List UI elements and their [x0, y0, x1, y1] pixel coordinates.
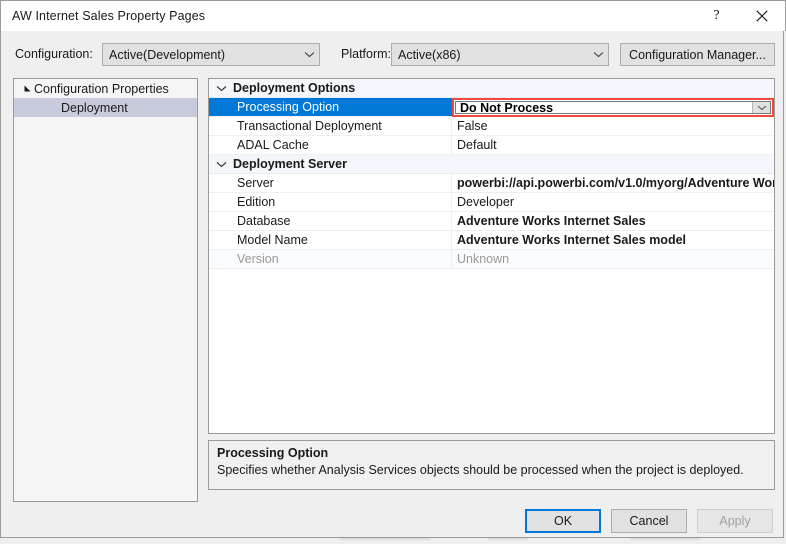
- property-name: ADAL Cache: [209, 136, 452, 154]
- apply-button: Apply: [697, 509, 773, 533]
- cancel-button[interactable]: Cancel: [611, 509, 687, 533]
- configuration-manager-button[interactable]: Configuration Manager...: [620, 43, 775, 66]
- expander-triangle-icon[interactable]: [21, 85, 34, 93]
- chevron-down-icon: [299, 51, 319, 58]
- property-value: False: [457, 119, 488, 133]
- bg-line: [340, 538, 430, 540]
- close-button[interactable]: [739, 1, 785, 31]
- configuration-dropdown[interactable]: Active(Development): [102, 43, 320, 66]
- chevron-down-icon[interactable]: [209, 85, 233, 92]
- property-row[interactable]: Server powerbi://api.powerbi.com/v1.0/myo…: [209, 174, 774, 193]
- tree-item-label: Deployment: [61, 100, 128, 115]
- property-value: Developer: [457, 195, 514, 209]
- property-row[interactable]: ADAL Cache Default: [209, 136, 774, 155]
- configuration-dropdown-value: Active(Development): [109, 47, 226, 62]
- property-name: Transactional Deployment: [209, 117, 452, 135]
- property-name: Processing Option: [209, 98, 452, 116]
- property-name: Server: [209, 174, 452, 192]
- close-icon: [756, 10, 768, 22]
- property-name: Database: [209, 212, 452, 230]
- description-text: Specifies whether Analysis Services obje…: [217, 463, 744, 477]
- property-value: Default: [457, 138, 497, 152]
- property-row[interactable]: Transactional Deployment False: [209, 117, 774, 136]
- property-value: Unknown: [457, 252, 510, 266]
- bg-line: [630, 538, 700, 540]
- property-name: Model Name: [209, 231, 452, 249]
- tree-item-label: Configuration Properties: [34, 81, 169, 96]
- platform-dropdown-value: Active(x86): [398, 47, 461, 62]
- tree-item-deployment[interactable]: Deployment: [14, 98, 197, 117]
- title-bar: AW Internet Sales Property Pages ?: [0, 0, 786, 31]
- property-category-header[interactable]: Deployment Options: [209, 79, 774, 98]
- property-row[interactable]: Version Unknown: [209, 250, 774, 269]
- platform-label: Platform:: [341, 47, 392, 61]
- property-grid[interactable]: Deployment Options Processing Option Do No…: [208, 78, 775, 434]
- chevron-down-icon[interactable]: [209, 161, 233, 168]
- property-value: Adventure Works Internet Sales: [457, 214, 646, 228]
- property-value-editor[interactable]: Do Not Process: [452, 98, 774, 117]
- property-pages-dialog: Configuration: Active(Development) Platf…: [0, 0, 784, 538]
- property-name: Edition: [209, 193, 452, 211]
- window-title: AW Internet Sales Property Pages: [12, 9, 206, 23]
- property-category-header[interactable]: Deployment Server: [209, 155, 774, 174]
- description-panel: Processing Option Specifies whether Anal…: [208, 440, 775, 490]
- bg-line: [488, 538, 528, 540]
- property-row[interactable]: Processing Option Do Not Process: [209, 98, 774, 117]
- property-category-label: Deployment Server: [233, 157, 347, 171]
- property-row[interactable]: Database Adventure Works Internet Sales: [209, 212, 774, 231]
- question-mark-icon: ?: [713, 8, 720, 23]
- platform-dropdown[interactable]: Active(x86): [391, 43, 609, 66]
- background-strip: [0, 538, 786, 544]
- chevron-down-icon: [588, 51, 608, 58]
- configuration-tree: Configuration Properties Deployment: [13, 78, 198, 502]
- property-category-label: Deployment Options: [233, 81, 356, 95]
- ok-button[interactable]: OK: [525, 509, 601, 533]
- help-button[interactable]: ?: [694, 1, 739, 31]
- configuration-label: Configuration:: [15, 47, 93, 61]
- property-row[interactable]: Edition Developer: [209, 193, 774, 212]
- property-value: Do Not Process: [460, 100, 554, 115]
- property-value: powerbi://api.powerbi.com/v1.0/myorg/Adv…: [457, 176, 774, 190]
- description-title: Processing Option: [217, 446, 329, 460]
- property-row[interactable]: Model Name Adventure Works Internet Sales…: [209, 231, 774, 250]
- property-name: Version: [209, 250, 452, 268]
- tree-item-configuration-properties[interactable]: Configuration Properties: [14, 79, 197, 98]
- dropdown-arrow-button[interactable]: [752, 102, 770, 113]
- property-value: Adventure Works Internet Sales model: [457, 233, 686, 247]
